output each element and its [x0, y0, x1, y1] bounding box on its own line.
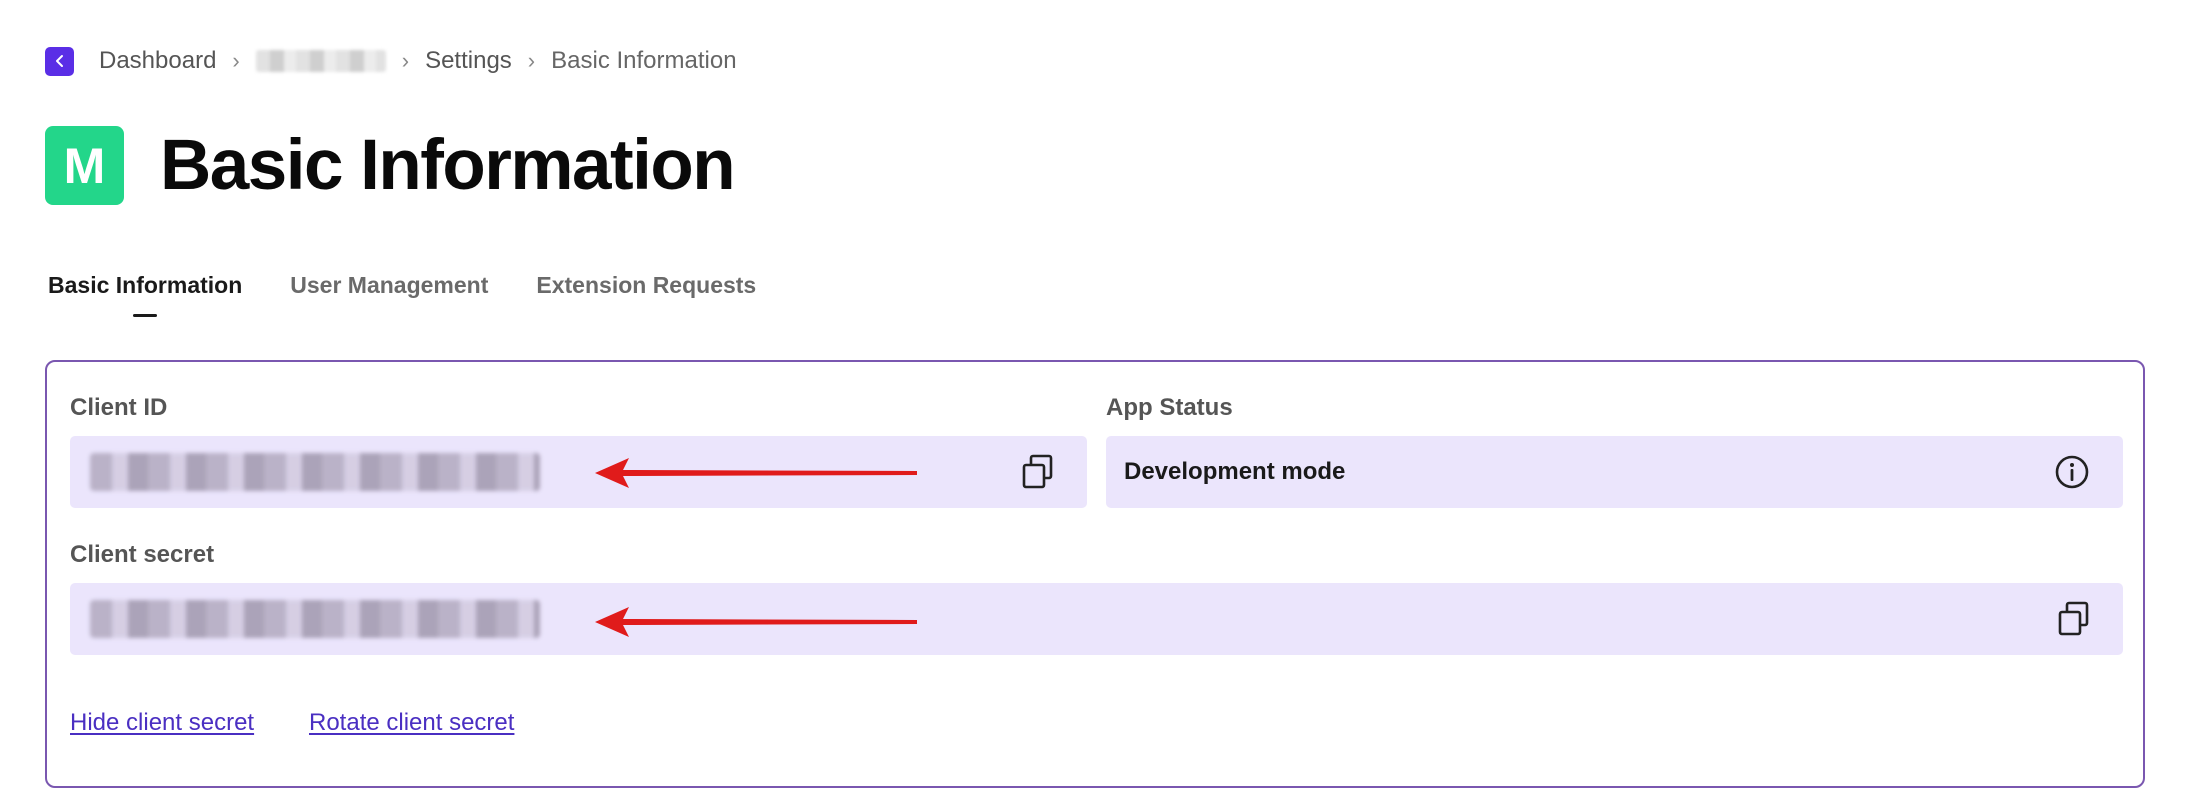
info-icon: [2055, 455, 2089, 489]
tab-basic-information[interactable]: Basic Information: [48, 272, 242, 317]
app-status-info-button[interactable]: [2052, 452, 2092, 492]
copy-client-secret-button[interactable]: [2054, 599, 2094, 639]
app-avatar: M: [45, 126, 124, 205]
breadcrumb-separator: ›: [527, 48, 536, 73]
app-status-value: Development mode: [1124, 458, 1346, 485]
annotation-arrow: [595, 607, 917, 637]
app-avatar-initial: M: [63, 137, 106, 194]
client-secret-label: Client secret: [70, 541, 215, 568]
credentials-card: Client ID App Status Development mode Cl…: [45, 360, 2145, 788]
client-id-label: Client ID: [70, 394, 168, 421]
app-status-field: Development mode: [1106, 436, 2123, 508]
hide-client-secret-link[interactable]: Hide client secret: [70, 709, 254, 737]
page-title: Basic Information: [160, 126, 736, 205]
copy-icon: [1022, 454, 1053, 489]
annotation-arrow: [595, 458, 917, 488]
breadcrumb-separator: ›: [232, 48, 240, 73]
breadcrumb-separator: ›: [401, 48, 410, 73]
tab-extension-requests[interactable]: Extension Requests: [536, 272, 756, 317]
chevron-left-icon: [55, 55, 63, 67]
breadcrumb-current: Basic Information: [551, 47, 737, 74]
app-status-label: App Status: [1106, 394, 1233, 421]
client-secret-redacted-value: [90, 600, 540, 638]
page-header: M Basic Information: [45, 125, 736, 206]
breadcrumb-redacted-app[interactable]: [255, 50, 386, 72]
client-id-redacted-value: [90, 453, 540, 491]
client-secret-field[interactable]: [70, 583, 2123, 655]
tab-user-management[interactable]: User Management: [290, 272, 488, 317]
copy-icon: [2058, 601, 2089, 636]
breadcrumb: Dashboard › › Settings › Basic Informati…: [45, 44, 737, 78]
breadcrumb-settings[interactable]: Settings: [425, 47, 512, 75]
client-id-field[interactable]: [70, 436, 1087, 508]
breadcrumb-dashboard[interactable]: Dashboard: [99, 47, 216, 75]
rotate-client-secret-link[interactable]: Rotate client secret: [309, 709, 514, 737]
copy-client-id-button[interactable]: [1018, 452, 1058, 492]
tab-bar: Basic Information User Management Extens…: [48, 272, 756, 317]
back-button[interactable]: [45, 46, 74, 76]
